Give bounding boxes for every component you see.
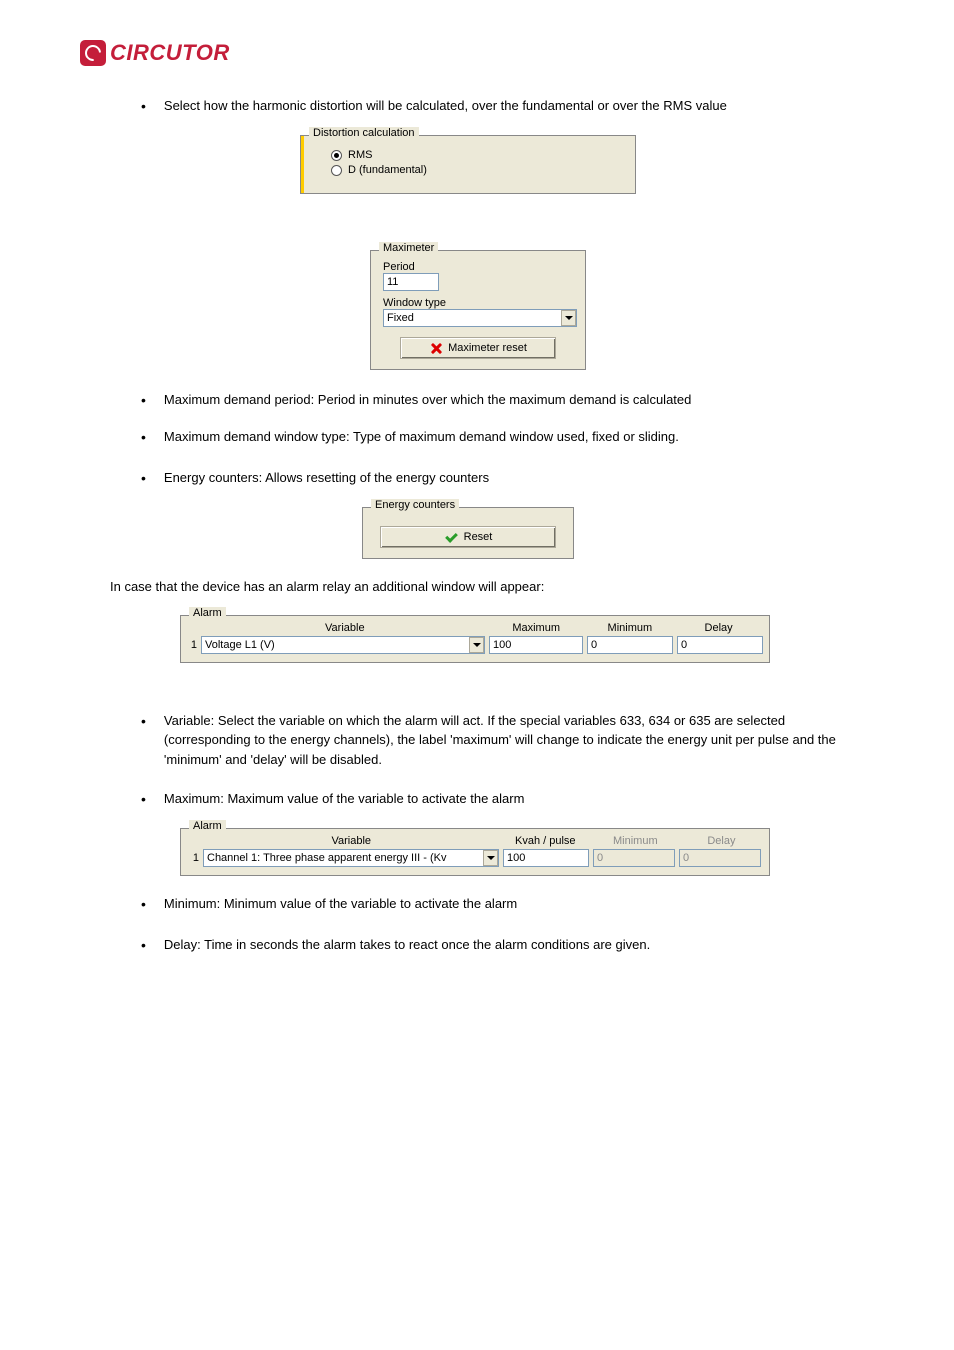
alarm-group-2: Alarm Variable Kvah / pulse Minimum Dela… bbox=[180, 828, 770, 876]
col-maximum: Maximum bbox=[487, 622, 586, 634]
period-label: Period bbox=[383, 261, 573, 273]
radio-label: D (fundamental) bbox=[348, 164, 427, 176]
bullet-maximum: Maximum: Maximum value of the variable t… bbox=[135, 789, 874, 810]
row-index: 1 bbox=[187, 639, 197, 651]
brand-logo: CIRCUTOR bbox=[80, 40, 874, 66]
col-delay: Delay bbox=[680, 835, 763, 847]
chevron-down-icon bbox=[469, 637, 484, 653]
maximum-input[interactable] bbox=[489, 636, 583, 654]
variable-value[interactable] bbox=[203, 849, 499, 867]
alarm-legend: Alarm bbox=[189, 607, 226, 619]
button-label: Reset bbox=[464, 531, 493, 543]
alarm-header: Variable Kvah / pulse Minimum Delay bbox=[187, 835, 763, 847]
kvah-pulse-input[interactable] bbox=[503, 849, 589, 867]
maximeter-group: Maximeter Period Window type Maximeter r… bbox=[370, 250, 586, 370]
chevron-down-icon bbox=[483, 850, 498, 866]
radio-icon bbox=[331, 150, 342, 161]
bullet-minimum: Minimum: Minimum value of the variable t… bbox=[135, 894, 874, 915]
chevron-down-icon bbox=[561, 310, 576, 326]
delay-input[interactable] bbox=[677, 636, 763, 654]
radio-d[interactable]: D (fundamental) bbox=[331, 164, 623, 176]
check-icon bbox=[444, 531, 458, 543]
maximeter-reset-button[interactable]: Maximeter reset bbox=[400, 337, 556, 359]
bullet-delay: Delay: Time in seconds the alarm takes t… bbox=[135, 935, 874, 956]
bullet-energy-counters: Energy counters: Allows resetting of the… bbox=[135, 468, 874, 489]
col-kvah-pulse: Kvah / pulse bbox=[500, 835, 591, 847]
col-minimum: Minimum bbox=[591, 835, 680, 847]
col-variable: Variable bbox=[203, 622, 487, 634]
bullet-variable: Variable: Select the variable on which t… bbox=[135, 711, 874, 770]
radio-icon bbox=[331, 165, 342, 176]
energy-counters-group: Energy counters Reset bbox=[362, 507, 574, 559]
close-icon bbox=[429, 342, 442, 355]
delay-input-disabled bbox=[679, 849, 761, 867]
alarm-row-1: 1 bbox=[187, 636, 763, 654]
col-minimum: Minimum bbox=[585, 622, 674, 634]
alarm-row-1: 1 bbox=[187, 849, 763, 867]
distortion-legend: Distortion calculation bbox=[309, 127, 419, 139]
alarm-legend: Alarm bbox=[189, 820, 226, 832]
period-input[interactable] bbox=[383, 273, 439, 291]
logo-text: CIRCUTOR bbox=[110, 40, 230, 66]
bullet-max-window: Maximum demand window type: Type of maxi… bbox=[135, 427, 874, 448]
row-index: 1 bbox=[187, 852, 199, 864]
variable-value[interactable] bbox=[201, 636, 485, 654]
radio-label: RMS bbox=[348, 149, 372, 161]
variable-select[interactable] bbox=[203, 849, 499, 867]
distortion-calc-group: Distortion calculation RMS D (fundamenta… bbox=[300, 135, 636, 194]
window-type-value[interactable] bbox=[383, 309, 577, 327]
logo-mark-icon bbox=[80, 40, 106, 66]
window-type-select[interactable] bbox=[383, 309, 577, 327]
col-delay: Delay bbox=[674, 622, 763, 634]
alarm-group-1: Alarm Variable Maximum Minimum Delay 1 bbox=[180, 615, 770, 663]
window-type-label: Window type bbox=[383, 297, 573, 309]
bullet-distortion: Select how the harmonic distortion will … bbox=[135, 96, 874, 117]
accent-bar bbox=[301, 136, 304, 193]
alarm-intro-text: In case that the device has an alarm rel… bbox=[110, 577, 874, 597]
energy-legend: Energy counters bbox=[371, 499, 459, 511]
variable-select[interactable] bbox=[201, 636, 485, 654]
maximeter-legend: Maximeter bbox=[379, 242, 438, 254]
col-variable: Variable bbox=[203, 835, 500, 847]
minimum-input[interactable] bbox=[587, 636, 673, 654]
minimum-input-disabled bbox=[593, 849, 675, 867]
radio-rms[interactable]: RMS bbox=[331, 149, 623, 161]
bullet-max-period: Maximum demand period: Period in minutes… bbox=[135, 390, 874, 411]
alarm-header: Variable Maximum Minimum Delay bbox=[187, 622, 763, 634]
energy-reset-button[interactable]: Reset bbox=[380, 526, 556, 548]
button-label: Maximeter reset bbox=[448, 342, 527, 354]
